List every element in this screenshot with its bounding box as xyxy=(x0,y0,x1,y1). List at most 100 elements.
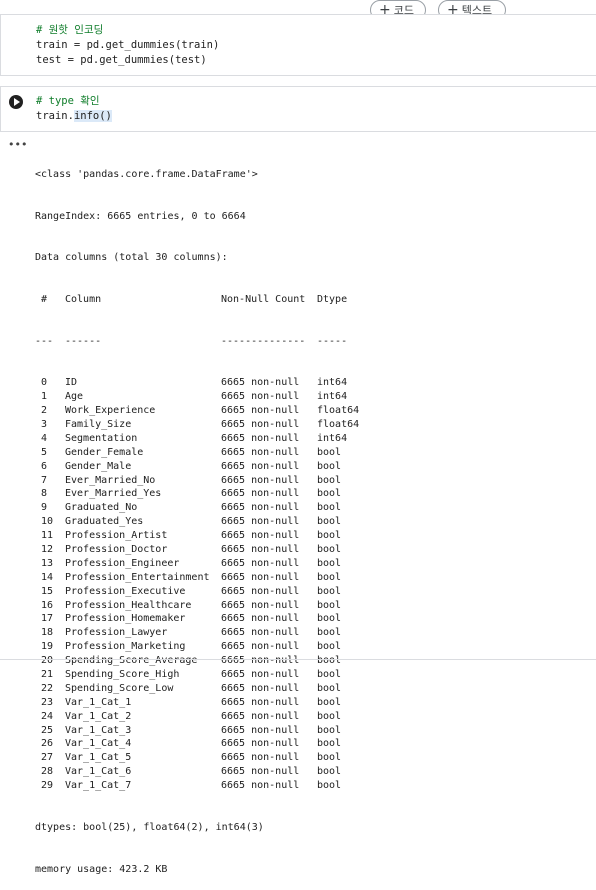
output-table-row: 23 Var_1_Cat_1 6665 non-null bool xyxy=(35,696,359,710)
code-line: test = pd.get_dummies(test) xyxy=(36,54,207,66)
row-column-name: Var_1_Cat_4 xyxy=(65,738,132,750)
run-cell-icon[interactable] xyxy=(9,95,23,109)
row-non-null: 6665 non-null xyxy=(221,488,300,500)
row-non-null: 6665 non-null xyxy=(221,557,300,569)
row-non-null: 6665 non-null xyxy=(221,710,300,722)
code-line: train = pd.get_dummies(train) xyxy=(36,39,220,51)
output-table-row: 25 Var_1_Cat_3 6665 non-null bool xyxy=(35,724,359,738)
header-dtype: Dtype xyxy=(317,293,348,305)
row-dtype: bool xyxy=(317,641,342,653)
row-non-null: 6665 non-null xyxy=(221,752,300,764)
row-index: 11 xyxy=(35,530,54,542)
row-non-null: 6665 non-null xyxy=(221,613,300,625)
row-column-name: Gender_Female xyxy=(65,446,144,458)
output-table-row: 20 Spending_Score_Average 6665 non-null boo… xyxy=(35,654,359,668)
row-non-null: 6665 non-null xyxy=(221,432,300,444)
code-comment: # 원핫 인코딩 xyxy=(36,24,104,36)
row-index: 26 xyxy=(35,738,54,750)
row-dtype: bool xyxy=(317,613,342,625)
row-index: 18 xyxy=(35,627,54,639)
row-dtype: bool xyxy=(317,627,342,639)
row-dtype: bool xyxy=(317,599,342,611)
output-table-row: 28 Var_1_Cat_6 6665 non-null bool xyxy=(35,765,359,779)
row-non-null: 6665 non-null xyxy=(221,391,300,403)
code-cell-1[interactable]: # 원핫 인코딩 train = pd.get_dummies(train) t… xyxy=(0,14,596,76)
row-column-name: Var_1_Cat_1 xyxy=(65,696,132,708)
code-line: train. xyxy=(36,110,74,122)
row-dtype: bool xyxy=(317,530,342,542)
row-column-name: Ever_Married_Yes xyxy=(65,488,162,500)
output-table-row: 9 Graduated_No 6665 non-null bool xyxy=(35,501,359,515)
row-column-name: Var_1_Cat_7 xyxy=(65,780,132,792)
row-index: 29 xyxy=(35,780,54,792)
row-dtype: bool xyxy=(317,710,342,722)
output-header-line: Data columns (total 30 columns): xyxy=(35,252,228,264)
header-index: # xyxy=(35,293,48,305)
row-column-name: Profession_Doctor xyxy=(65,544,168,556)
row-dtype: bool xyxy=(317,585,342,597)
row-column-name: ID xyxy=(65,377,78,389)
row-column-name: Segmentation xyxy=(65,432,138,444)
row-column-name: Gender_Male xyxy=(65,460,132,472)
code-cell-2[interactable]: # type 확인 train.info() xyxy=(0,86,596,132)
row-index: 25 xyxy=(35,724,54,736)
output-table-row: 22 Spending_Score_Low 6665 non-null bool xyxy=(35,682,359,696)
row-index: 6 xyxy=(35,460,48,472)
row-index: 13 xyxy=(35,557,54,569)
divider xyxy=(0,659,596,660)
output-table-row: 0 ID 6665 non-null int64 xyxy=(35,376,359,390)
row-column-name: Spending_Score_High xyxy=(65,669,180,681)
code-editor-1[interactable]: # 원핫 인코딩 train = pd.get_dummies(train) t… xyxy=(36,23,219,68)
row-index: 4 xyxy=(35,432,48,444)
row-column-name: Var_1_Cat_3 xyxy=(65,724,132,736)
output-table-row: 8 Ever_Married_Yes 6665 non-null bool xyxy=(35,487,359,501)
output-table-row: 17 Profession_Homemaker 6665 non-null bool xyxy=(35,612,359,626)
output-more-icon[interactable]: ••• xyxy=(8,139,27,150)
row-non-null: 6665 non-null xyxy=(221,419,300,430)
row-index: 14 xyxy=(35,571,54,583)
row-non-null: 6665 non-null xyxy=(221,530,300,542)
output-table-row: 24 Var_1_Cat_2 6665 non-null bool xyxy=(35,710,359,724)
row-dtype: int64 xyxy=(317,377,348,389)
row-non-null: 6665 non-null xyxy=(221,724,300,736)
row-dtype: bool xyxy=(317,655,342,667)
output-table-row: 15 Profession_Executive 6665 non-null bool xyxy=(35,585,359,599)
row-dtype: bool xyxy=(317,474,342,486)
code-editor-2[interactable]: # type 확인 train.info() xyxy=(36,94,112,124)
header-non-null: Non-Null Count xyxy=(221,293,306,305)
output-table-row: 13 Profession_Engineer 6665 non-null bool xyxy=(35,557,359,571)
row-index: 12 xyxy=(35,544,54,556)
rule-non-null: -------------- xyxy=(221,335,306,347)
row-non-null: 6665 non-null xyxy=(221,682,300,694)
row-column-name: Profession_Engineer xyxy=(65,557,180,569)
row-dtype: bool xyxy=(317,460,342,472)
row-dtype: int64 xyxy=(317,432,348,444)
row-column-name: Graduated_Yes xyxy=(65,516,144,528)
row-dtype: bool xyxy=(317,446,342,458)
output-table-row: 19 Profession_Marketing 6665 non-null bool xyxy=(35,640,359,654)
row-column-name: Profession_Artist xyxy=(65,530,168,542)
output-table-row: 4 Segmentation 6665 non-null int64 xyxy=(35,432,359,446)
row-non-null: 6665 non-null xyxy=(221,446,300,458)
row-dtype: float64 xyxy=(317,419,360,430)
output-table-row: 21 Spending_Score_High 6665 non-null bool xyxy=(35,668,359,682)
cell-output: <class 'pandas.core.frame.DataFrame'> Ra… xyxy=(35,140,359,890)
row-non-null: 6665 non-null xyxy=(221,766,300,778)
row-dtype: bool xyxy=(317,780,342,792)
row-non-null: 6665 non-null xyxy=(221,669,300,681)
row-non-null: 6665 non-null xyxy=(221,585,300,597)
row-dtype: int64 xyxy=(317,391,348,403)
row-index: 16 xyxy=(35,599,54,611)
row-non-null: 6665 non-null xyxy=(221,599,300,611)
row-column-name: Spending_Score_Low xyxy=(65,682,174,694)
output-table-row: 27 Var_1_Cat_5 6665 non-null bool xyxy=(35,751,359,765)
output-table-row: 12 Profession_Doctor 6665 non-null bool xyxy=(35,543,359,557)
row-column-name: Profession_Entertainment xyxy=(65,571,210,583)
row-index: 1 xyxy=(35,391,48,403)
row-column-name: Profession_Lawyer xyxy=(65,627,168,639)
output-table-row: 3 Family_Size 6665 non-null float64 xyxy=(35,418,359,432)
output-footer-line: memory usage: 423.2 KB xyxy=(35,863,168,875)
rule-dtype: ----- xyxy=(317,335,348,347)
row-dtype: bool xyxy=(317,516,342,528)
code-highlight: info() xyxy=(73,110,112,122)
